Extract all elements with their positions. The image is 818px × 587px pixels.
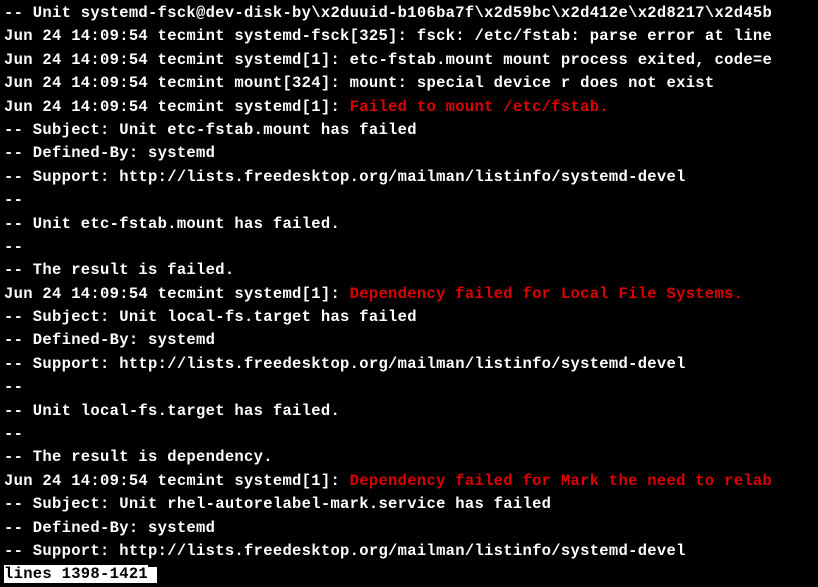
log-line: Jun 24 14:09:54 tecmint systemd[1]: Depe…: [4, 470, 814, 493]
log-line: -- Unit etc-fstab.mount has failed.: [4, 213, 814, 236]
log-line: --: [4, 189, 814, 212]
log-line: -- Defined-By: systemd: [4, 142, 814, 165]
error-text: Dependency failed for Local File Systems…: [350, 285, 744, 303]
log-text: -- Unit etc-fstab.mount has failed.: [4, 215, 340, 233]
log-text: -- Subject: Unit rhel-autorelabel-mark.s…: [4, 495, 551, 513]
log-text: -- The result is failed.: [4, 261, 234, 279]
log-text: -- Defined-By: systemd: [4, 519, 215, 537]
log-text: -- Defined-By: systemd: [4, 144, 215, 162]
log-line: Jun 24 14:09:54 tecmint systemd[1]: etc-…: [4, 49, 814, 72]
log-line: Jun 24 14:09:54 tecmint mount[324]: moun…: [4, 72, 814, 95]
log-line: -- Defined-By: systemd: [4, 329, 814, 352]
pager-status-line: lines 1398-1421: [4, 563, 814, 586]
log-text: -- Unit systemd-fsck@dev-disk-by\x2duuid…: [4, 4, 772, 22]
log-text: Jun 24 14:09:54 tecmint systemd[1]:: [4, 472, 350, 490]
log-line: -- Subject: Unit etc-fstab.mount has fai…: [4, 119, 814, 142]
error-text: Failed to mount /etc/fstab.: [350, 98, 609, 116]
log-text: -- Support: http://lists.freedesktop.org…: [4, 355, 686, 373]
log-line: -- The result is dependency.: [4, 446, 814, 469]
cursor: [148, 567, 157, 583]
log-text: Jun 24 14:09:54 tecmint mount[324]: moun…: [4, 74, 715, 92]
log-text: --: [4, 425, 23, 443]
log-text: -- Subject: Unit etc-fstab.mount has fai…: [4, 121, 417, 139]
log-text: -- Defined-By: systemd: [4, 331, 215, 349]
log-line: -- Subject: Unit local-fs.target has fai…: [4, 306, 814, 329]
log-text: Jun 24 14:09:54 tecmint systemd-fsck[325…: [4, 27, 772, 45]
log-line: Jun 24 14:09:54 tecmint systemd-fsck[325…: [4, 25, 814, 48]
pager-position: lines 1398-1421: [4, 565, 148, 583]
log-line: Jun 24 14:09:54 tecmint systemd[1]: Fail…: [4, 96, 814, 119]
log-line: -- Defined-By: systemd: [4, 517, 814, 540]
log-text: -- Unit local-fs.target has failed.: [4, 402, 340, 420]
log-text: Jun 24 14:09:54 tecmint systemd[1]:: [4, 98, 350, 116]
log-line: -- Support: http://lists.freedesktop.org…: [4, 166, 814, 189]
log-text: -- The result is dependency.: [4, 448, 273, 466]
log-line: --: [4, 423, 814, 446]
log-text: --: [4, 378, 23, 396]
log-text: Jun 24 14:09:54 tecmint systemd[1]:: [4, 285, 350, 303]
log-line: -- Unit systemd-fsck@dev-disk-by\x2duuid…: [4, 2, 814, 25]
log-line: --: [4, 376, 814, 399]
log-line: -- Subject: Unit rhel-autorelabel-mark.s…: [4, 493, 814, 516]
log-line: Jun 24 14:09:54 tecmint systemd[1]: Depe…: [4, 283, 814, 306]
log-text: --: [4, 191, 23, 209]
log-line: --: [4, 236, 814, 259]
log-line: -- Support: http://lists.freedesktop.org…: [4, 540, 814, 563]
log-text: -- Support: http://lists.freedesktop.org…: [4, 542, 686, 560]
log-line: -- Support: http://lists.freedesktop.org…: [4, 353, 814, 376]
log-text: --: [4, 238, 23, 256]
log-line: -- Unit local-fs.target has failed.: [4, 400, 814, 423]
log-text: -- Subject: Unit local-fs.target has fai…: [4, 308, 417, 326]
terminal-output[interactable]: -- Unit systemd-fsck@dev-disk-by\x2duuid…: [4, 2, 814, 587]
log-text: -- Support: http://lists.freedesktop.org…: [4, 168, 686, 186]
log-text: Jun 24 14:09:54 tecmint systemd[1]: etc-…: [4, 51, 772, 69]
error-text: Dependency failed for Mark the need to r…: [350, 472, 772, 490]
log-line: -- The result is failed.: [4, 259, 814, 282]
